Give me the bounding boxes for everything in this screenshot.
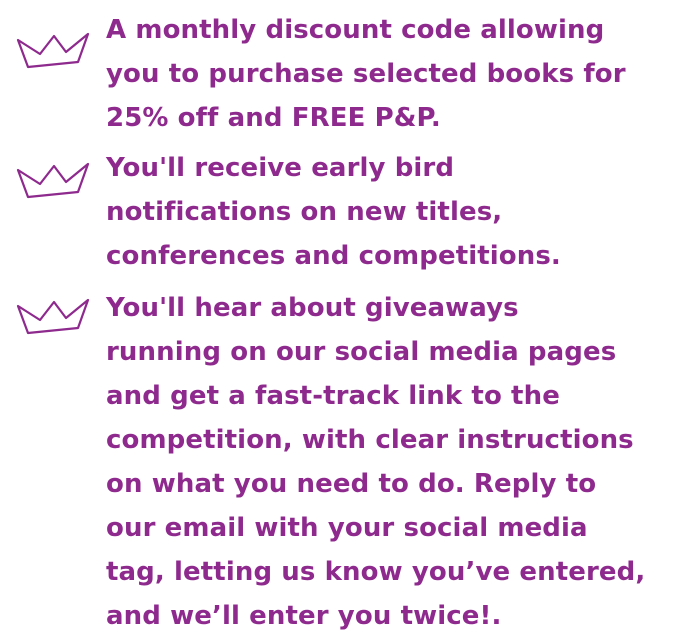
benefit-line: You'll hear about giveaways xyxy=(106,293,519,323)
benefit-line: our email with your social media xyxy=(106,513,588,543)
benefit-line: A monthly discount code allowing xyxy=(106,15,605,45)
benefit-line: 25% off and FREE P&P. xyxy=(106,103,441,133)
benefit-line: and we’ll enter you twice!. xyxy=(106,601,502,631)
benefit-line: and get a fast-track link to the xyxy=(106,381,560,411)
benefit-line: conferences and competitions. xyxy=(106,241,561,271)
benefit-line: on what you need to do. Reply to xyxy=(106,469,597,499)
benefit-text: A monthly discount code allowing you to … xyxy=(106,8,686,140)
benefit-text: You'll hear about giveaways running on o… xyxy=(106,286,686,638)
crown-icon xyxy=(14,296,92,336)
benefit-line: You'll receive early bird xyxy=(106,153,455,183)
benefit-line: running on our social media pages xyxy=(106,337,617,367)
benefit-line: competition, with clear instructions xyxy=(106,425,634,455)
benefits-list: A monthly discount code allowing you to … xyxy=(0,0,688,631)
benefit-text: You'll receive early bird notifications … xyxy=(106,146,686,278)
benefit-line: you to purchase selected books for xyxy=(106,59,626,89)
benefit-line: notifications on new titles, xyxy=(106,197,503,227)
crown-icon xyxy=(14,30,92,70)
crown-icon xyxy=(14,160,92,200)
benefit-line: tag, letting us know you’ve entered, xyxy=(106,557,646,587)
